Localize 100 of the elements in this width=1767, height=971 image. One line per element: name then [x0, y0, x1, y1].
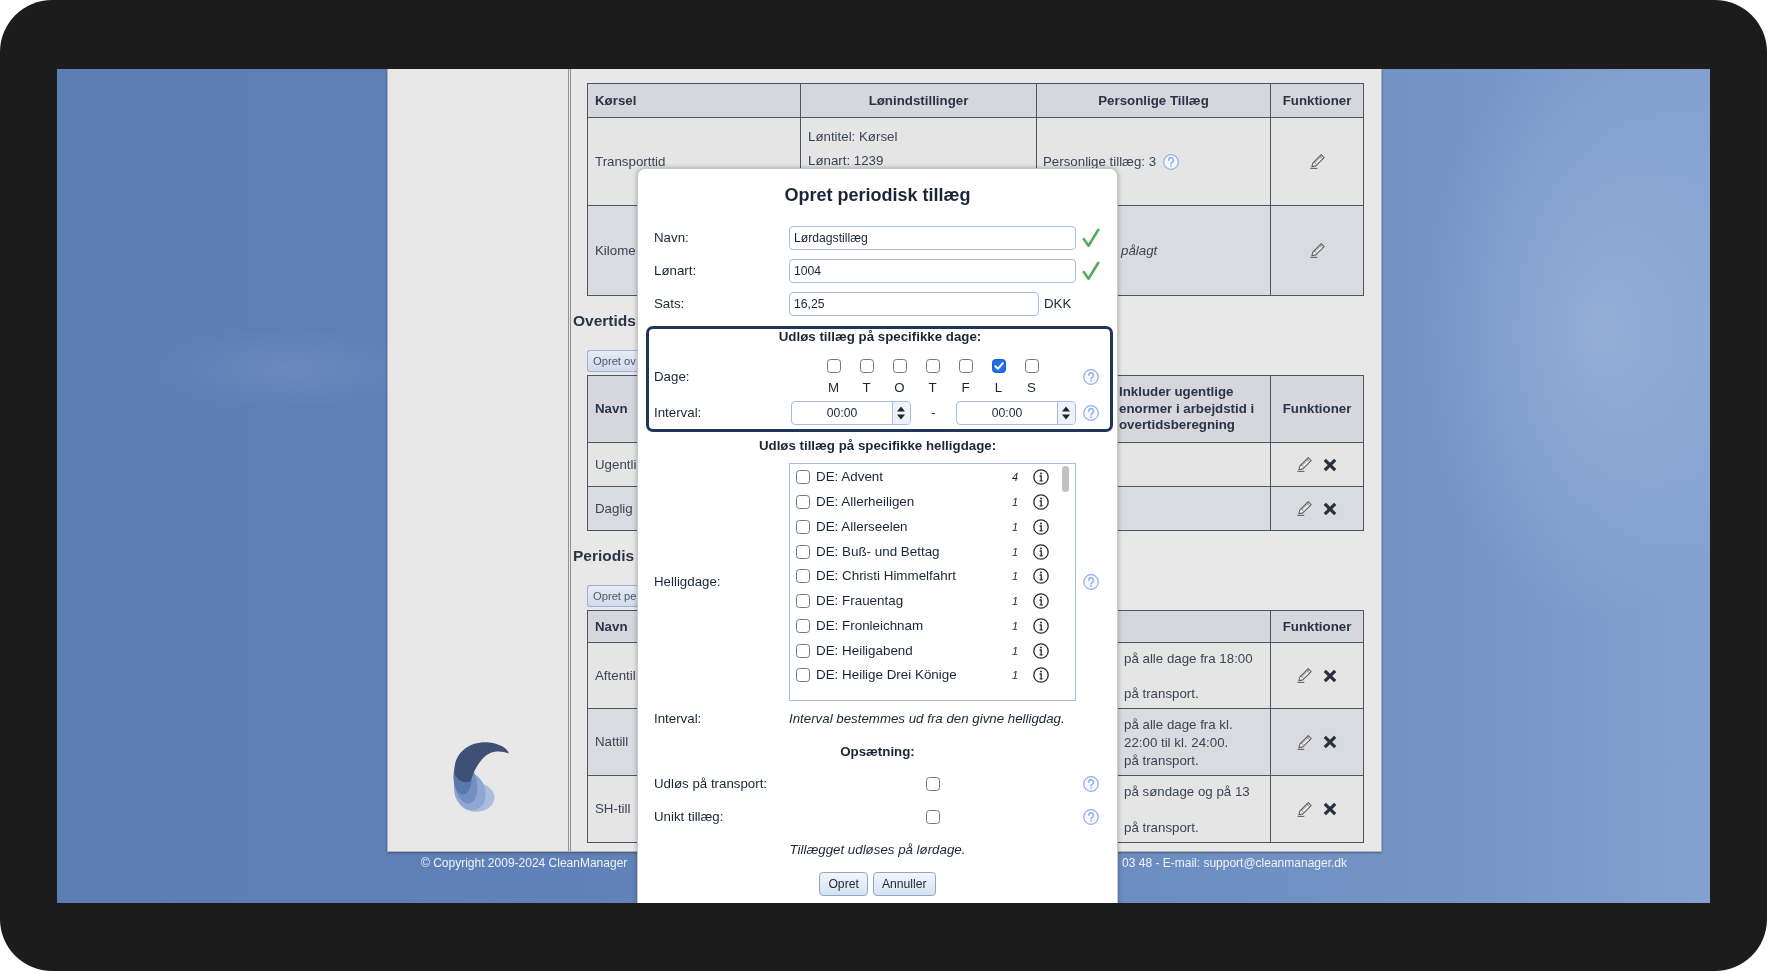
info-icon[interactable] — [1033, 494, 1049, 511]
count-label: 1 — [1011, 544, 1018, 560]
delete-icon[interactable] — [1323, 501, 1337, 516]
checkbox[interactable] — [796, 544, 810, 559]
info-icon[interactable] — [1033, 593, 1049, 610]
info-icon[interactable] — [1033, 469, 1049, 486]
checkbox[interactable] — [796, 519, 810, 534]
day-label: O — [894, 380, 905, 395]
field-label: Interval: — [654, 405, 702, 421]
delete-icon[interactable] — [1323, 457, 1337, 472]
delete-icon[interactable] — [1323, 802, 1337, 816]
section-heading: Periodis — [573, 546, 635, 566]
time-field[interactable]: 00:00 — [791, 401, 911, 425]
scrollbar-thumb[interactable] — [1062, 466, 1069, 492]
list-item-label[interactable]: DE: Buß- und Bettag — [816, 543, 940, 560]
count-label: 1 — [1011, 519, 1018, 535]
checkbox[interactable] — [796, 495, 810, 510]
list-item-label[interactable]: DE: Heilige Drei Könige — [816, 667, 957, 684]
text-field[interactable]: 16,25 — [789, 292, 1039, 316]
field-label: Helligdage: — [654, 574, 721, 590]
field-label: Lønart: — [654, 263, 697, 279]
count-label: 1 — [1011, 618, 1018, 634]
checkbox[interactable] — [925, 777, 940, 791]
section-heading: Udløs tillæg på specifikke dage: — [778, 330, 982, 344]
info-icon[interactable] — [1033, 667, 1049, 684]
table-cell: pålagt — [1121, 242, 1158, 259]
count-label: 1 — [1011, 594, 1018, 610]
day-label: L — [994, 380, 1003, 395]
table-cell: Aftentil — [595, 667, 636, 684]
checkbox[interactable] — [925, 359, 940, 373]
spinner-arrows-icon[interactable] — [1057, 402, 1075, 424]
spinner-arrows-icon[interactable] — [892, 402, 910, 424]
info-icon[interactable] — [1033, 642, 1049, 659]
info-icon[interactable] — [1033, 518, 1049, 535]
section-heading: Overtids — [573, 311, 636, 331]
list-item-label[interactable]: DE: Frauentag — [816, 593, 904, 610]
text-field[interactable]: Lørdagstillæg — [789, 226, 1076, 250]
day-label: T — [862, 380, 871, 395]
field-label: Sats: — [654, 296, 685, 312]
field-label: Dage: — [654, 369, 690, 385]
column-header: Lønindstillinger — [868, 92, 969, 109]
pencil-icon[interactable] — [1309, 243, 1325, 258]
table-cell: Kilome — [595, 242, 636, 259]
table-cell: på transport. — [1124, 820, 1199, 836]
text-field[interactable]: 1004 — [789, 259, 1076, 283]
checkbox[interactable] — [958, 359, 973, 373]
info-icon[interactable] — [1033, 568, 1049, 585]
checkbox[interactable] — [892, 359, 907, 373]
list-item-label[interactable]: DE: Christi Himmelfahrt — [816, 568, 956, 585]
field-label: Udløs på transport: — [654, 776, 768, 792]
pencil-icon[interactable] — [1297, 501, 1312, 516]
action-button[interactable]: Opret pe — [587, 585, 637, 607]
table-cell-text: Løntitel: Kørsel — [808, 128, 898, 146]
pencil-icon[interactable] — [1309, 154, 1325, 169]
checkbox[interactable] — [796, 594, 810, 609]
checkbox[interactable] — [925, 810, 940, 824]
checkbox[interactable] — [826, 359, 841, 373]
info-icon[interactable] — [1033, 617, 1049, 634]
checkbox[interactable] — [796, 569, 810, 584]
checkbox[interactable] — [991, 359, 1006, 373]
checkbox[interactable] — [796, 643, 810, 658]
list-item-label[interactable]: DE: Allerheiligen — [816, 494, 915, 511]
list-item-label[interactable]: DE: Heiligabend — [816, 642, 913, 659]
pencil-icon[interactable] — [1297, 801, 1312, 817]
action-button[interactable]: Opret ov — [587, 350, 637, 372]
checkbox[interactable] — [859, 359, 874, 373]
footer-text: 03 48 - E-mail: support@cleanmanager.dk — [1122, 855, 1347, 871]
table-cell: SH-till — [595, 801, 631, 817]
list-item-label[interactable]: DE: Advent — [816, 469, 883, 486]
day-label: F — [961, 380, 970, 395]
checkbox[interactable] — [796, 470, 810, 485]
list-item-label[interactable]: DE: Fronleichnam — [816, 617, 924, 634]
table-cell: på transport. — [1124, 686, 1199, 702]
pencil-icon[interactable] — [1297, 668, 1312, 683]
field-label: Navn: — [654, 230, 689, 246]
info-icon[interactable] — [1033, 543, 1049, 560]
count-label: 1 — [1011, 643, 1018, 659]
time-field[interactable]: 00:00 — [956, 401, 1076, 425]
hint-text: Interval bestemmes ud fra den givne helligdag. — [789, 711, 1065, 727]
dialog-button[interactable]: Annuller — [872, 872, 936, 896]
dialog-button[interactable]: Opret — [819, 872, 868, 896]
unit-label: DKK — [1044, 296, 1072, 312]
day-label: S — [1027, 380, 1036, 395]
table-cell: Daglig — [595, 500, 633, 517]
column-header: Funktioner — [1282, 92, 1352, 109]
count-label: 1 — [1011, 668, 1018, 684]
day-label: M — [827, 380, 840, 395]
checkbox[interactable] — [1024, 359, 1039, 373]
checkbox[interactable] — [796, 668, 810, 683]
list-item-label[interactable]: DE: Allerseelen — [816, 518, 908, 535]
table-cell: på alle dage fra 18:00 — [1124, 651, 1253, 667]
dialog-title: Opret periodisk tillæg — [784, 184, 971, 206]
delete-icon[interactable] — [1323, 668, 1337, 683]
checkbox[interactable] — [796, 618, 810, 633]
holiday-list[interactable]: DE: Advent 4 DE: Allerheiligen 1 DE: Allerseelen 1 DE: Buß- und Bettag 1 DE: Christi Himmelfahrt 1 DE: Frauentag 1 DE: Fronleichnam 1 DE: Heiligabend 1 DE: Heilige Drei Könige 1 — [789, 463, 1076, 701]
pencil-icon[interactable] — [1297, 457, 1312, 472]
table-cell: Nattill — [595, 734, 629, 750]
pencil-icon[interactable] — [1297, 734, 1312, 750]
delete-icon[interactable] — [1323, 735, 1337, 749]
table-cell: på søndage og på 13 — [1124, 784, 1250, 800]
